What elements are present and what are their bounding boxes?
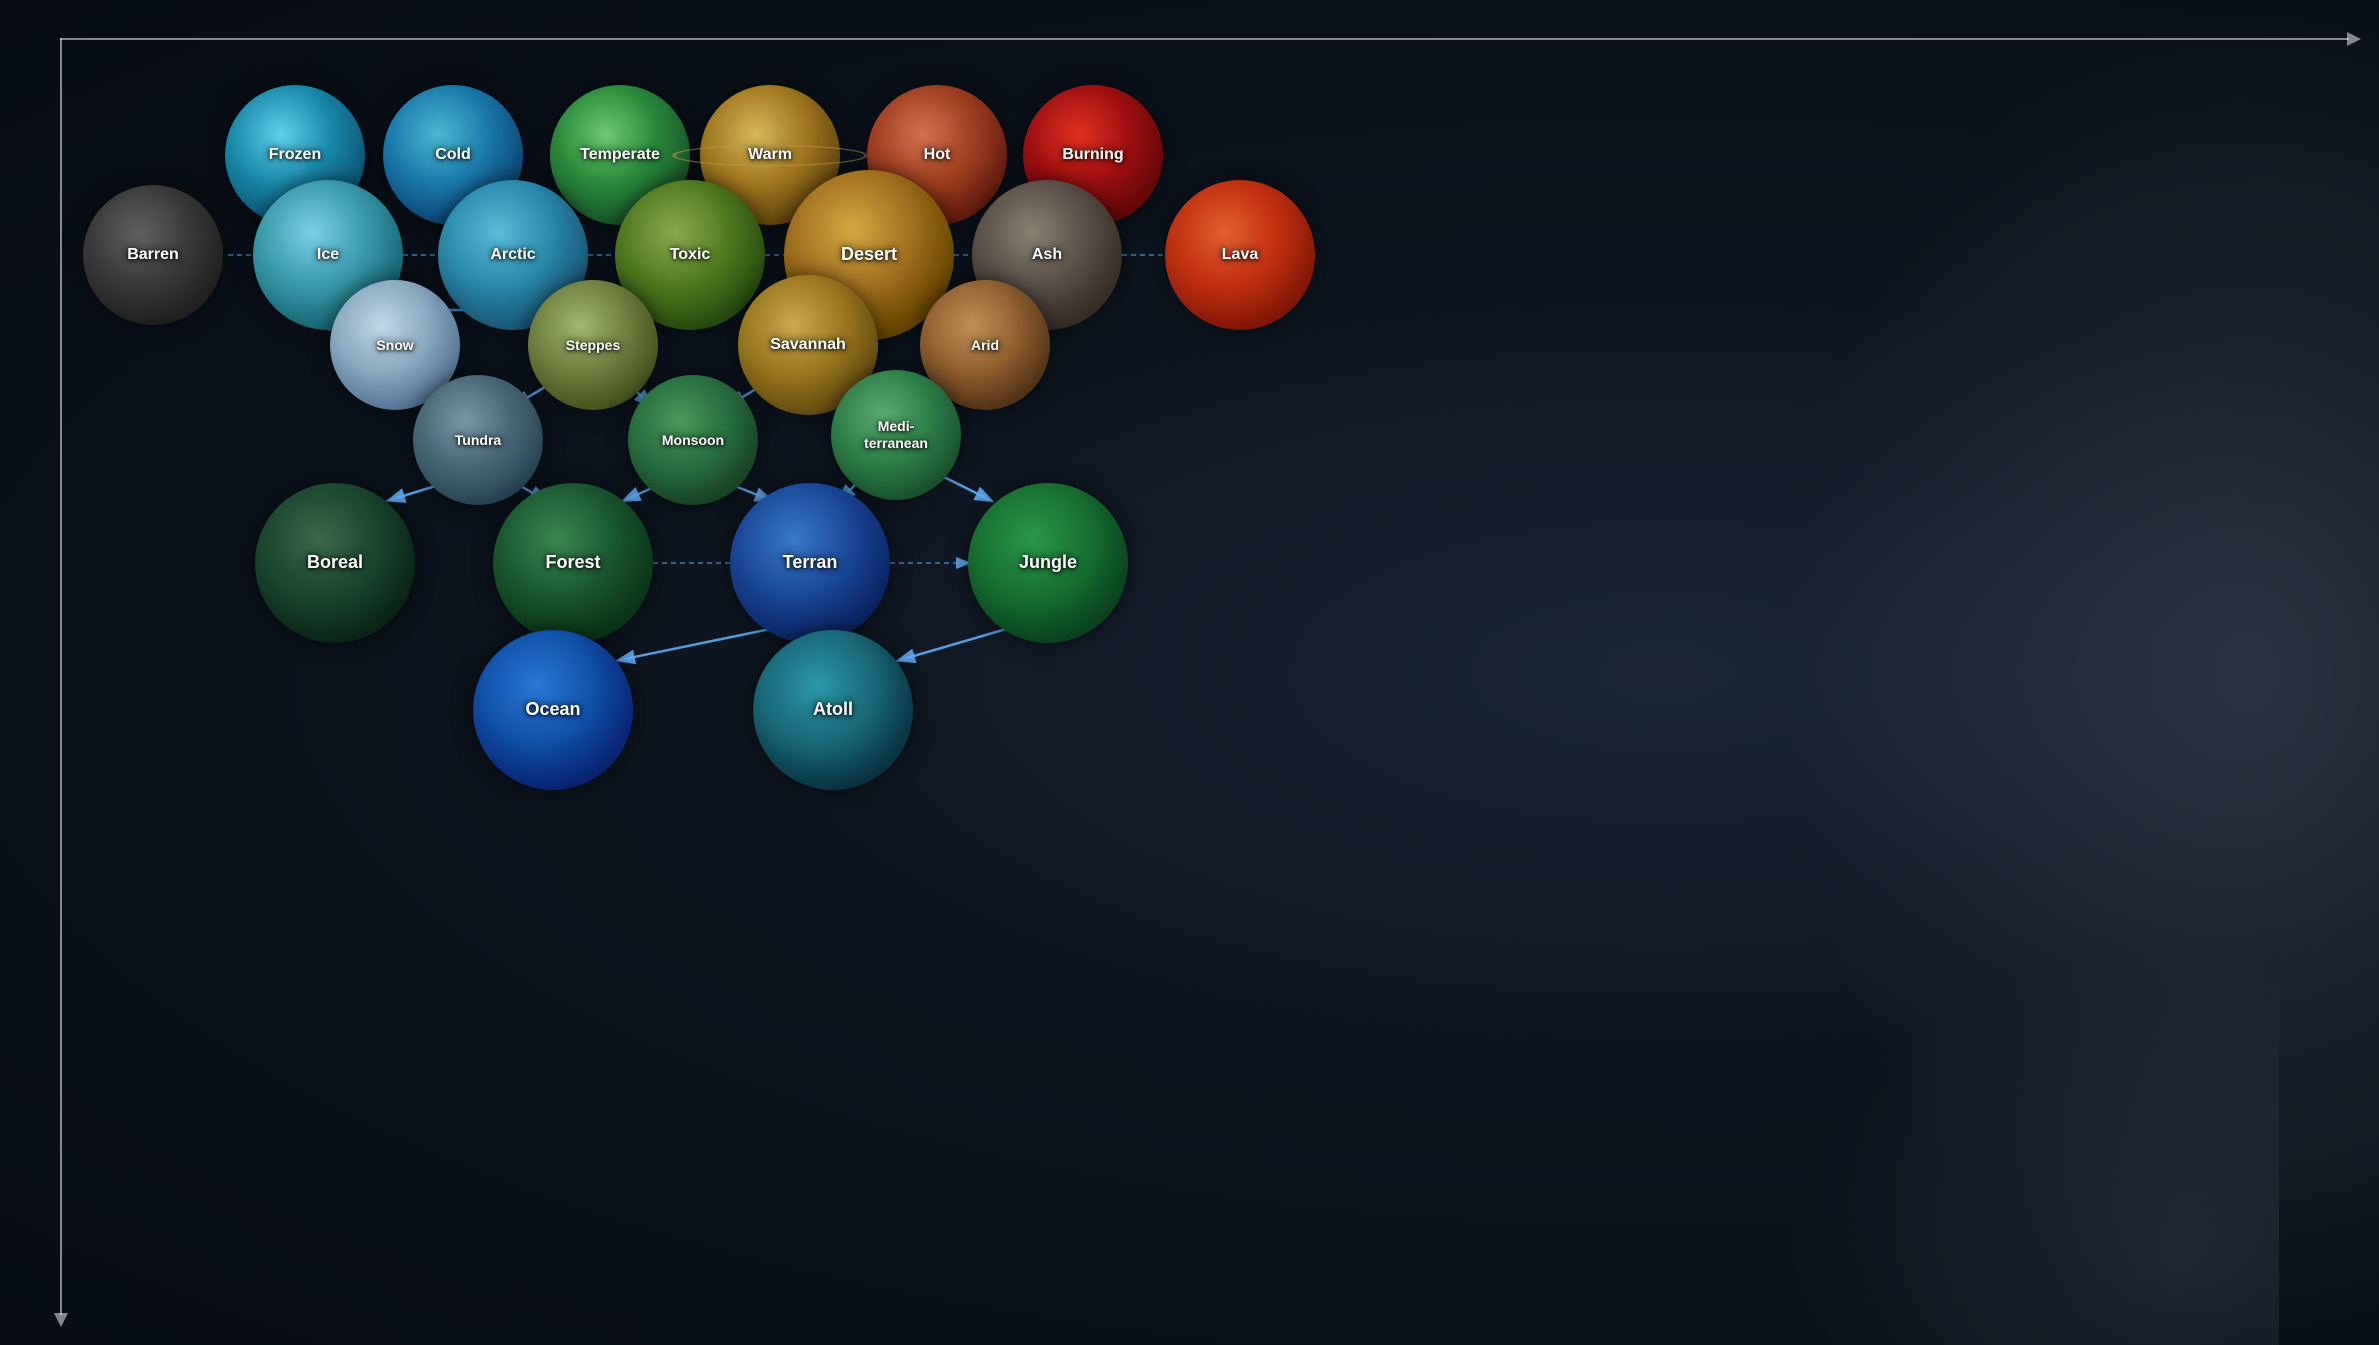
planet-label-barren: Barren: [127, 245, 179, 264]
planet-label-warm: Warm: [748, 145, 792, 164]
planet-label-ash: Ash: [1032, 245, 1062, 264]
planet-atoll[interactable]: Atoll: [753, 630, 913, 790]
planet-label-burning: Burning: [1062, 145, 1123, 164]
planet-terran[interactable]: Terran: [730, 483, 890, 643]
planet-circle-lava: Lava: [1165, 180, 1315, 330]
planet-mediterranean[interactable]: Medi-terranean: [831, 370, 961, 500]
planet-label-savannah: Savannah: [770, 335, 846, 354]
planet-ocean[interactable]: Ocean: [473, 630, 633, 790]
planet-label-atoll: Atoll: [813, 699, 853, 721]
planet-circle-ocean: Ocean: [473, 630, 633, 790]
planet-label-tundra: Tundra: [455, 432, 501, 449]
planet-label-desert: Desert: [841, 244, 897, 266]
planet-circle-jungle: Jungle: [968, 483, 1128, 643]
planet-label-temperate: Temperate: [580, 145, 660, 164]
planet-boreal[interactable]: Boreal: [255, 483, 415, 643]
planet-label-mediterranean: Medi-terranean: [864, 418, 928, 452]
planet-label-hot: Hot: [924, 145, 951, 164]
planet-circle-boreal: Boreal: [255, 483, 415, 643]
planet-label-jungle: Jungle: [1019, 552, 1077, 574]
planet-label-forest: Forest: [545, 552, 600, 574]
planet-label-ocean: Ocean: [525, 699, 580, 721]
planet-circle-barren: Barren: [83, 185, 223, 325]
planet-circle-forest: Forest: [493, 483, 653, 643]
planet-jungle[interactable]: Jungle: [968, 483, 1128, 643]
planet-label-monsoon: Monsoon: [662, 432, 724, 449]
planet-circle-terran: Terran: [730, 483, 890, 643]
biodiversity-axis: [60, 38, 62, 1315]
planet-circle-atoll: Atoll: [753, 630, 913, 790]
planet-circle-mediterranean: Medi-terranean: [831, 370, 961, 500]
planet-label-lava: Lava: [1222, 245, 1258, 264]
planet-label-toxic: Toxic: [670, 245, 711, 264]
planet-label-boreal: Boreal: [307, 552, 363, 574]
temperature-axis: [60, 38, 2349, 40]
planet-label-arid: Arid: [971, 337, 999, 354]
planet-forest[interactable]: Forest: [493, 483, 653, 643]
planet-ring-warm: [672, 144, 868, 166]
planet-label-ice: Ice: [317, 245, 339, 264]
planet-label-frozen: Frozen: [269, 145, 321, 164]
planet-label-cold: Cold: [435, 145, 471, 164]
planet-label-terran: Terran: [783, 552, 838, 574]
planet-lava[interactable]: Lava: [1165, 180, 1315, 330]
planet-label-snow: Snow: [376, 337, 413, 354]
planet-barren[interactable]: Barren: [83, 185, 223, 325]
fog-effect-2: [1779, 945, 2279, 1345]
planet-label-arctic: Arctic: [490, 245, 535, 264]
planet-label-steppes: Steppes: [566, 337, 620, 354]
fog-effect: [1779, 0, 2379, 1345]
